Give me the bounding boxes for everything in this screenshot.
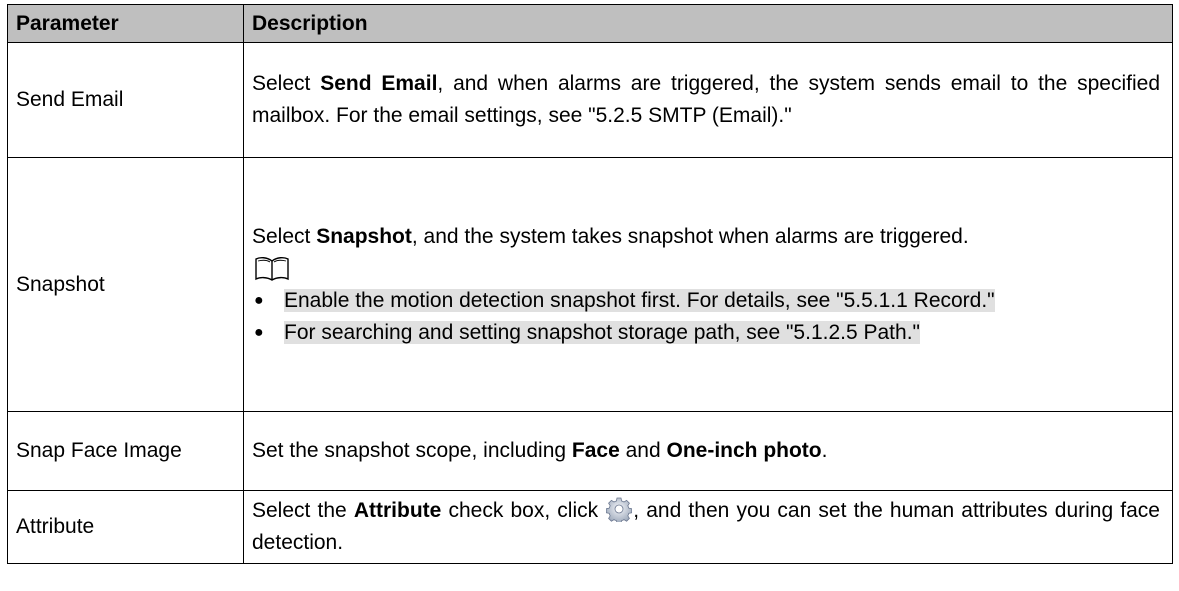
- bullet-icon: ●: [254, 323, 264, 341]
- table-row: Attribute Select the Attribute check box…: [7, 490, 1173, 564]
- desc-bold-snapshot: Snapshot: [316, 224, 412, 248]
- desc-text: Set the snapshot scope, including: [252, 439, 572, 462]
- table-row: Snap Face Image Set the snapshot scope, …: [7, 411, 1173, 491]
- list-item: ● Enable the motion detection snapshot fi…: [252, 285, 1160, 317]
- header-parameter: Parameter: [7, 4, 244, 43]
- param-snap-face-image: Snap Face Image: [7, 411, 244, 491]
- note-text: Enable the motion detection snapshot fir…: [284, 288, 995, 312]
- gear-icon: [606, 497, 633, 522]
- desc-text: , and the system takes snapshot when ala…: [411, 224, 969, 248]
- desc-snap-face-image: Set the snapshot scope, including Face a…: [243, 411, 1173, 491]
- list-item: ● For searching and setting snapshot stor…: [252, 317, 1160, 349]
- note-list: ● Enable the motion detection snapshot fi…: [252, 285, 1160, 349]
- table-header-row: Parameter Description: [7, 4, 1173, 43]
- desc-bold-attribute: Attribute: [353, 499, 442, 522]
- desc-text: and: [619, 439, 667, 462]
- desc-text: .: [821, 439, 828, 462]
- desc-send-email: Select Send Email, and when alarms are t…: [243, 42, 1173, 158]
- desc-text: Select: [252, 72, 321, 95]
- header-description: Description: [243, 4, 1173, 43]
- book-note-icon: [255, 256, 289, 281]
- param-send-email: Send Email: [7, 42, 244, 158]
- param-attribute: Attribute: [7, 490, 244, 564]
- parameter-table: Parameter Description Send Email Select …: [7, 4, 1173, 564]
- param-snapshot: Snapshot: [7, 157, 244, 412]
- desc-snapshot: Select Snapshot, and the system takes sn…: [243, 157, 1173, 412]
- bullet-icon: ●: [254, 291, 264, 309]
- desc-bold-one-inch-photo: One-inch photo: [666, 439, 822, 462]
- table-row: Send Email Select Send Email, and when a…: [7, 42, 1173, 158]
- note-text: For searching and setting snapshot stora…: [284, 320, 920, 344]
- table-row: Snapshot Select Snapshot, and the system…: [7, 157, 1173, 412]
- desc-text: Select: [252, 224, 317, 248]
- desc-attribute: Select the Attribute check box, click , …: [243, 490, 1173, 564]
- desc-text: check box, click: [441, 499, 606, 522]
- desc-bold-send-email: Send Email: [320, 72, 438, 95]
- desc-bold-face: Face: [571, 439, 620, 462]
- desc-text: Select the: [252, 499, 354, 522]
